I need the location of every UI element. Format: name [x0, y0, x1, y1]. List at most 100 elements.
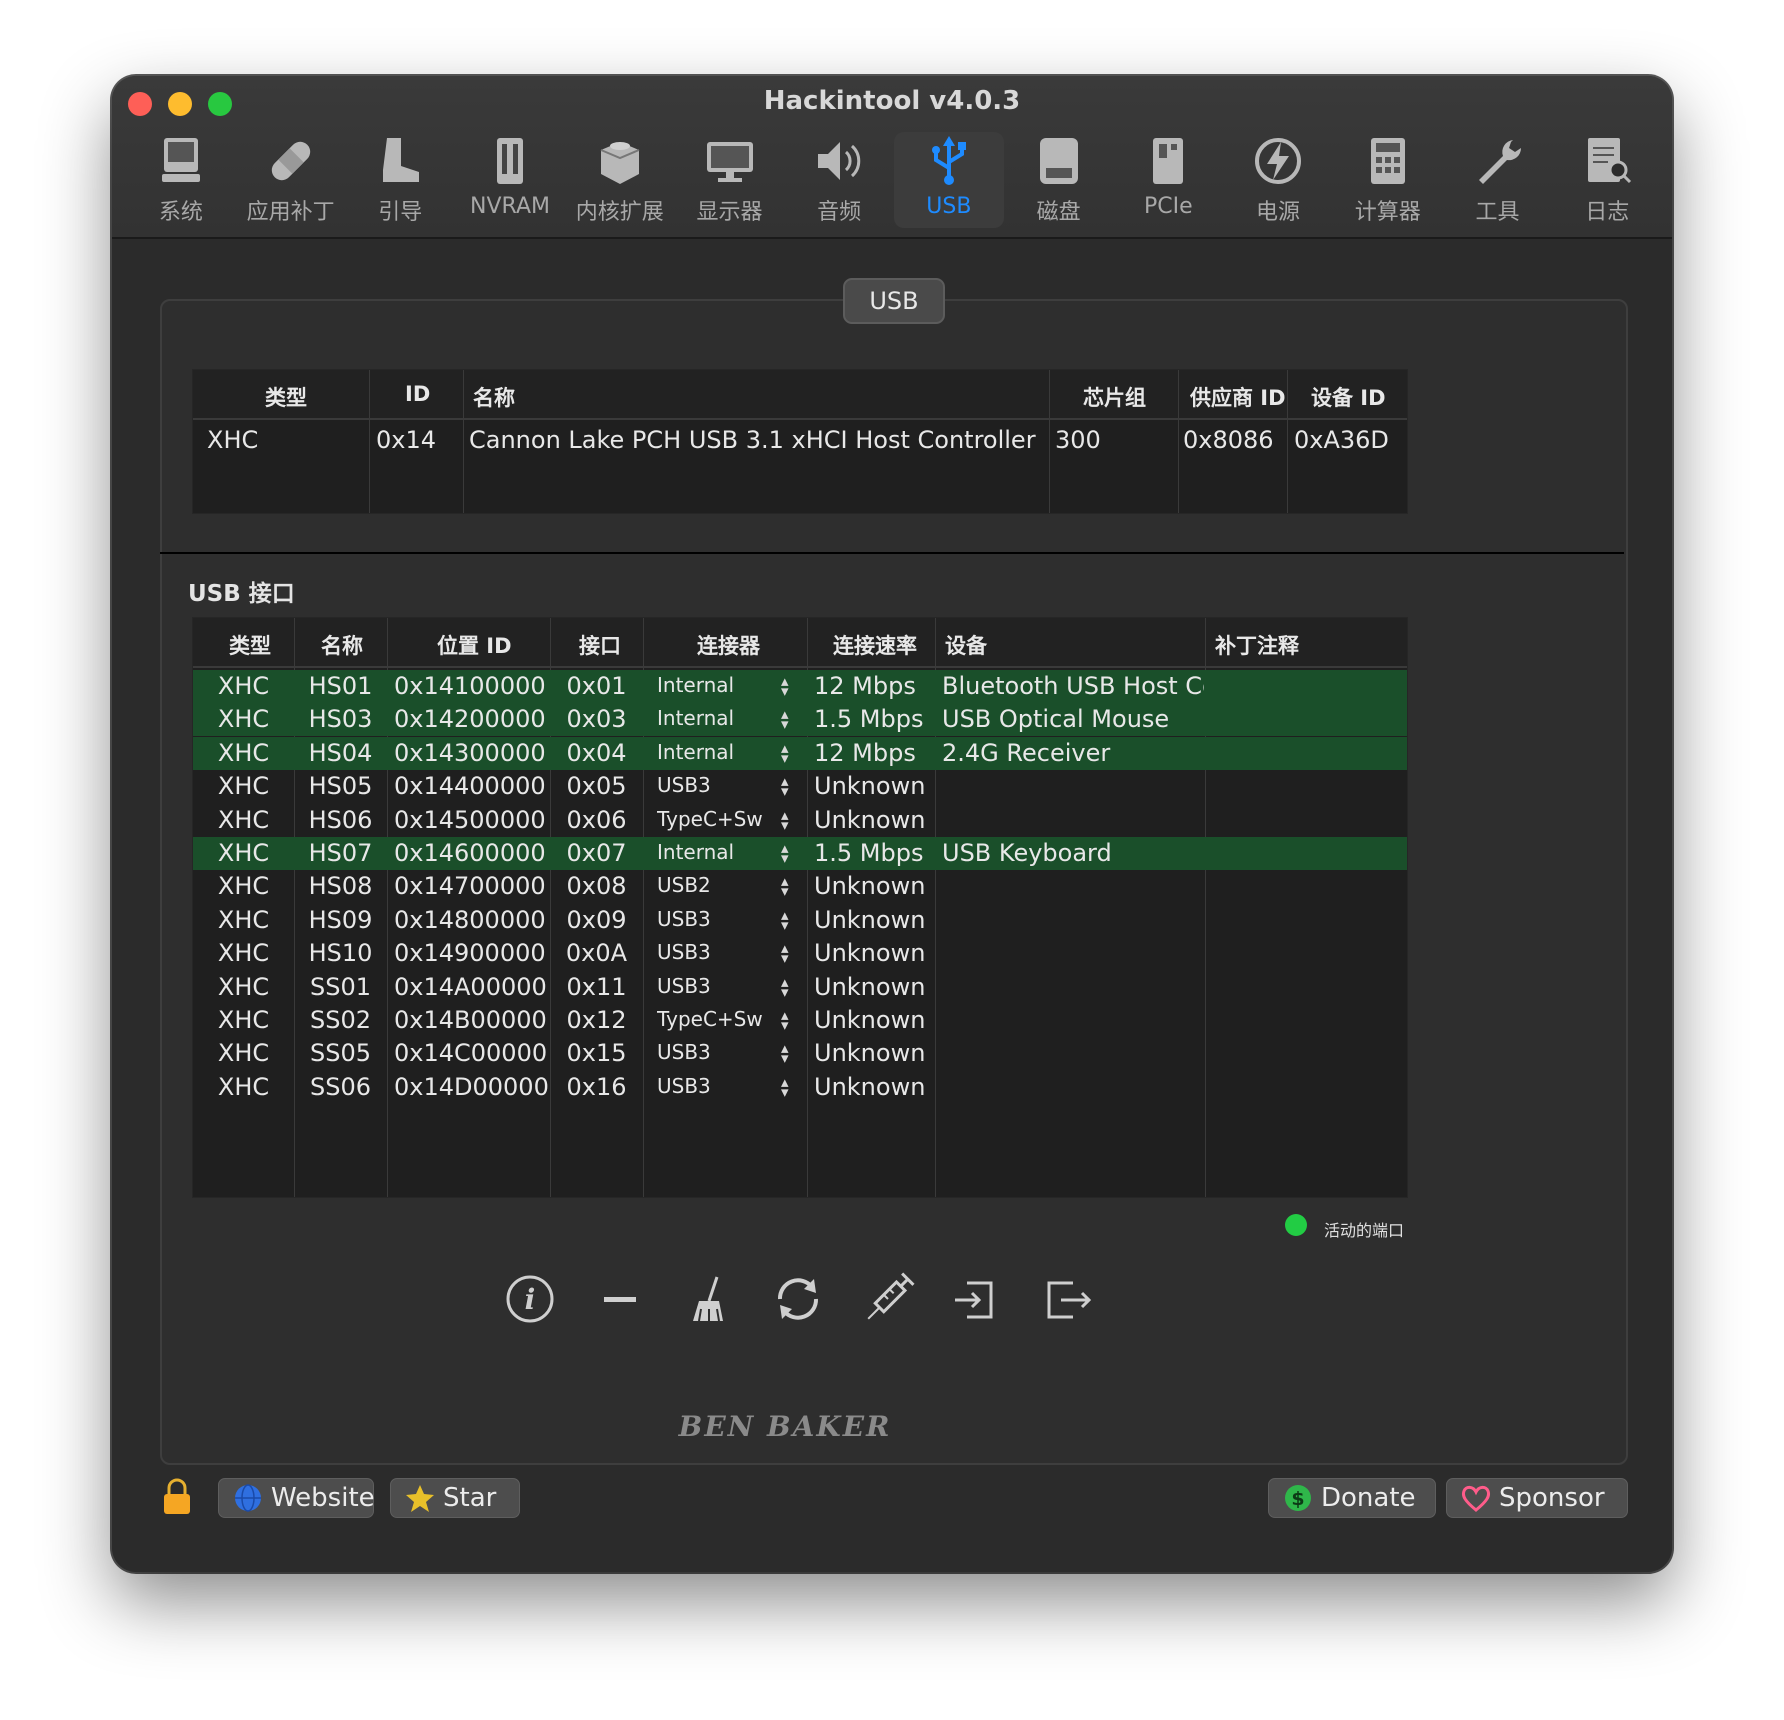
- toolbar-item-boot[interactable]: 引导: [345, 132, 455, 228]
- port-connector-cell[interactable]: USB3: [657, 940, 779, 964]
- dollar-icon: $: [1283, 1483, 1313, 1513]
- remove-icon[interactable]: [590, 1269, 650, 1329]
- toolbar-item-disk[interactable]: 磁盘: [1004, 132, 1114, 228]
- import-icon[interactable]: [947, 1269, 1007, 1329]
- toolbar-item-computer[interactable]: 系统: [126, 132, 236, 228]
- website-button[interactable]: Website: [218, 1478, 375, 1518]
- connector-stepper-icon[interactable]: ▴ ▾: [781, 807, 789, 832]
- toolbar-item-pcie-card[interactable]: PCIe: [1113, 132, 1223, 228]
- port-connector-cell[interactable]: Internal: [657, 740, 779, 764]
- port-row-hs09[interactable]: XHC HS09 0x14800000 0x09 USB3 Unknown ▴ ▾: [193, 904, 1407, 937]
- toolbar-item-wrench[interactable]: 工具: [1443, 132, 1553, 228]
- port-row-ss05[interactable]: XHC SS05 0x14C00000 0x15 USB3 Unknown ▴ ▾: [193, 1037, 1407, 1070]
- connector-stepper-icon[interactable]: ▴ ▾: [781, 707, 789, 732]
- port-row-hs10[interactable]: XHC HS10 0x14900000 0x0A USB3 Unknown ▴ ▾: [193, 937, 1407, 970]
- port-connector-cell[interactable]: USB3: [657, 773, 779, 797]
- section-divider: [160, 552, 1624, 554]
- port-name-cell: HS07: [308, 839, 373, 867]
- controller-cell: 0x14: [376, 426, 437, 454]
- ports-header-1[interactable]: 名称: [321, 630, 363, 660]
- port-row-hs08[interactable]: XHC HS08 0x14700000 0x08 USB2 Unknown ▴ ▾: [193, 870, 1407, 903]
- port-port-cell: 0x07: [566, 839, 627, 867]
- computer-icon: [162, 138, 200, 182]
- ports-header-7[interactable]: 补丁注释: [1215, 630, 1299, 660]
- connector-stepper-icon[interactable]: ▴ ▾: [781, 1008, 789, 1033]
- toolbar-item-label: USB: [926, 194, 972, 219]
- ports-header-4[interactable]: 连接器: [697, 630, 760, 660]
- port-name-cell: HS10: [308, 939, 373, 968]
- toolbar-item-bandage[interactable]: 应用补丁: [236, 132, 346, 228]
- port-row-ss06[interactable]: XHC SS06 0x14D00000 0x16 USB3 Unknown ▴ ▾: [193, 1071, 1407, 1104]
- controller-header-3[interactable]: 芯片组: [1083, 382, 1146, 412]
- port-row-hs07[interactable]: XHC HS07 0x14600000 0x07 Internal 1.5 Mbps USB…: [193, 837, 1407, 870]
- usb-tab-label[interactable]: USB: [843, 278, 945, 324]
- controller-header-1[interactable]: ID: [405, 382, 430, 406]
- connector-stepper-icon[interactable]: ▴ ▾: [781, 774, 789, 799]
- port-location-cell: 0x14200000: [394, 705, 546, 734]
- connector-stepper-icon[interactable]: ▴ ▾: [781, 874, 789, 899]
- port-row-hs06[interactable]: XHC HS06 0x14500000 0x06 TypeC+Sw Unknown ▴ ▾: [193, 804, 1407, 837]
- toolbar-item-power[interactable]: 电源: [1223, 132, 1333, 228]
- connector-stepper-icon[interactable]: ▴ ▾: [781, 1041, 789, 1066]
- port-name-cell: SS06: [309, 1072, 371, 1101]
- toolbar-item-usb[interactable]: USB: [894, 132, 1004, 228]
- connector-stepper-icon[interactable]: ▴ ▾: [781, 941, 789, 966]
- display-icon: [706, 142, 753, 182]
- ports-header-0[interactable]: 类型: [229, 630, 271, 660]
- controller-header-5[interactable]: 设备 ID: [1311, 382, 1386, 412]
- connector-stepper-icon[interactable]: ▴ ▾: [781, 674, 789, 699]
- toolbar-item-kext-box[interactable]: 内核扩展: [565, 132, 675, 228]
- controller-header-0[interactable]: 类型: [265, 382, 307, 412]
- port-connector-cell[interactable]: TypeC+Sw: [657, 1007, 779, 1031]
- ports-header-3[interactable]: 接口: [579, 630, 621, 660]
- port-connector-cell[interactable]: USB3: [657, 974, 779, 998]
- toolbar-item-speaker[interactable]: 音频: [784, 132, 894, 228]
- controller-row[interactable]: XHC 0x14 Cannon Lake PCH USB 3.1 xHCI Host…: [193, 422, 1407, 460]
- port-connector-cell[interactable]: Internal: [657, 673, 779, 697]
- connector-stepper-icon[interactable]: ▴ ▾: [781, 740, 789, 765]
- port-row-ss02[interactable]: XHC SS02 0x14B00000 0x12 TypeC+Sw Unknown ▴ ▾: [193, 1004, 1407, 1037]
- syringe-icon[interactable]: [858, 1269, 918, 1329]
- port-row-hs04[interactable]: XHC HS04 0x14300000 0x04 Internal 12 Mbps 2.4G…: [193, 736, 1407, 770]
- toolbar-item-log-search[interactable]: 日志: [1552, 132, 1662, 228]
- port-connector-cell[interactable]: Internal: [657, 706, 779, 730]
- sponsor-button[interactable]: Sponsor: [1446, 1478, 1628, 1518]
- port-row-hs03[interactable]: XHC HS03 0x14200000 0x03 Internal 1.5 Mbps USB…: [193, 703, 1407, 737]
- connector-stepper-icon[interactable]: ▴ ▾: [781, 1074, 789, 1099]
- port-location-cell: 0x14C00000: [394, 1039, 548, 1068]
- port-name-cell: HS05: [308, 772, 373, 801]
- lock-icon[interactable]: [162, 1478, 192, 1516]
- broom-icon[interactable]: [679, 1269, 739, 1329]
- info-icon[interactable]: i: [500, 1269, 560, 1329]
- port-connector-cell[interactable]: USB2: [657, 873, 779, 897]
- port-connector-cell[interactable]: USB3: [657, 1040, 779, 1064]
- star-button[interactable]: Star: [390, 1478, 520, 1518]
- toolbar-item-display[interactable]: 显示器: [675, 132, 785, 228]
- connector-stepper-icon[interactable]: ▴ ▾: [781, 974, 789, 999]
- toolbar-item-nvram-chip[interactable]: NVRAM: [455, 132, 565, 228]
- connector-stepper-icon[interactable]: ▴ ▾: [781, 841, 789, 866]
- ports-header-5[interactable]: 连接速率: [833, 630, 917, 660]
- port-location-cell: 0x14400000: [394, 772, 546, 801]
- ports-header-6[interactable]: 设备: [945, 630, 987, 660]
- port-connector-cell[interactable]: USB3: [657, 1074, 779, 1098]
- refresh-icon[interactable]: [768, 1269, 828, 1329]
- port-connector-cell[interactable]: USB3: [657, 907, 779, 931]
- port-row-ss01[interactable]: XHC SS01 0x14A00000 0x11 USB3 Unknown ▴ ▾: [193, 971, 1407, 1004]
- controller-header-4[interactable]: 供应商 ID: [1190, 382, 1286, 412]
- ports-header-2[interactable]: 位置 ID: [437, 630, 512, 660]
- controller-header-2[interactable]: 名称: [473, 382, 515, 412]
- port-connector-cell[interactable]: Internal: [657, 840, 779, 864]
- connector-stepper-icon[interactable]: ▴ ▾: [781, 907, 789, 932]
- port-connector-cell[interactable]: TypeC+Sw: [657, 807, 779, 831]
- donate-button-label: Donate: [1321, 1483, 1416, 1513]
- toolbar-item-calculator[interactable]: 计算器: [1333, 132, 1443, 228]
- port-port-cell: 0x08: [566, 872, 627, 901]
- port-location-cell: 0x14100000: [394, 672, 546, 700]
- port-row-hs05[interactable]: XHC HS05 0x14400000 0x05 USB3 Unknown ▴ ▾: [193, 770, 1407, 803]
- port-row-hs01[interactable]: XHC HS01 0x14100000 0x01 Internal 12 Mbps Blue…: [193, 670, 1407, 703]
- port-speed-cell: Unknown: [814, 939, 926, 968]
- port-port-cell: 0x03: [566, 705, 627, 734]
- export-icon[interactable]: [1037, 1269, 1097, 1329]
- donate-button[interactable]: $ Donate: [1268, 1478, 1436, 1518]
